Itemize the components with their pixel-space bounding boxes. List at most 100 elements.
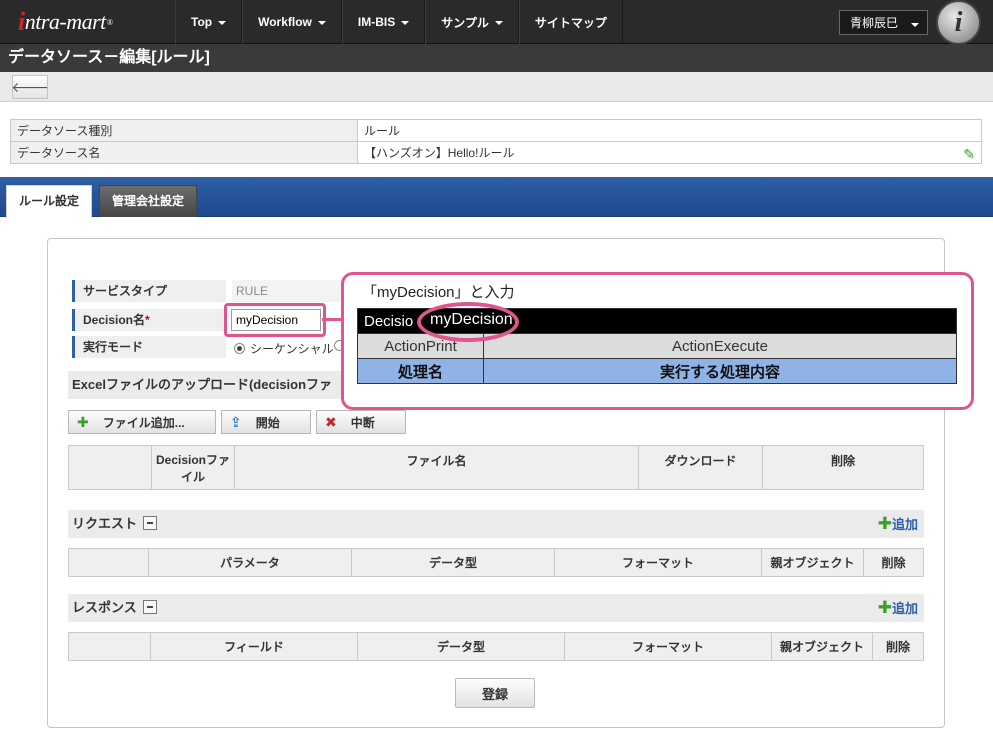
nav-sitemap-label: サイトマップ xyxy=(534,15,607,30)
tab-bar: ルール設定 管理会社設定 xyxy=(0,177,993,218)
column-header: 削除 xyxy=(863,548,924,577)
pencil-icon[interactable]: ✎ xyxy=(963,146,975,163)
info-value-cell: 【ハンズオン】Hello!ルール ✎ xyxy=(357,141,982,164)
decision-name-label-text: Decision名 xyxy=(83,313,146,327)
callout-title: 「myDecision」と入力 xyxy=(362,284,515,301)
arrow-left-icon: 🡐 xyxy=(11,78,49,95)
plus-icon: ✚ xyxy=(877,514,892,533)
column-header xyxy=(68,632,151,661)
column-header: Decisionファイル xyxy=(151,445,235,490)
response-title: レスポンス xyxy=(72,600,137,615)
radio-selected-icon xyxy=(234,343,245,354)
add-label: 追加 xyxy=(891,601,918,616)
column-header: データ型 xyxy=(357,632,565,661)
cancel-label: 中断 xyxy=(350,415,375,430)
logo-mark: i xyxy=(18,7,25,36)
column-header: 削除 xyxy=(762,445,924,490)
table-header-row: フィールド データ型 フォーマット 親オブジェクト 削除 xyxy=(68,632,924,661)
service-type-value: RULE xyxy=(232,280,342,302)
back-button[interactable]: 🡐 xyxy=(11,75,49,99)
column-header xyxy=(68,548,149,577)
column-header xyxy=(68,445,152,490)
info-icon-glyph: i xyxy=(954,6,963,38)
info-value: 【ハンズオン】Hello!ルール xyxy=(364,146,515,160)
process-name-cell: 処理名 xyxy=(357,358,484,384)
user-menu-button[interactable]: 青柳辰巳 xyxy=(839,10,928,35)
process-content-cell: 実行する処理内容 xyxy=(483,358,957,384)
input-highlight-frame xyxy=(224,303,326,337)
add-label: 追加 xyxy=(891,517,918,532)
column-header: 親オブジェクト xyxy=(771,632,873,661)
start-label: 開始 xyxy=(255,415,280,430)
column-header: ダウンロード xyxy=(638,445,763,490)
user-name: 青柳辰巳 xyxy=(850,16,899,30)
nav-sample-label: サンプル xyxy=(441,15,489,30)
action-execute-cell: ActionExecute xyxy=(483,333,957,359)
nav-im-bis[interactable]: IM-BIS xyxy=(341,0,426,44)
info-row: データソース名 【ハンズオン】Hello!ルール ✎ xyxy=(10,141,982,164)
execution-mode-label: 実行モード xyxy=(72,336,226,358)
request-section-header: リクエスト ✚追加 xyxy=(68,510,924,538)
nav-im-bis-label: IM-BIS xyxy=(357,15,396,29)
mode-radio-sequential[interactable]: シーケンシャル xyxy=(234,340,334,357)
table-header-row: パラメータ データ型 フォーマット 親オブジェクト 削除 xyxy=(68,548,924,577)
response-add-link[interactable]: ✚追加 xyxy=(878,594,918,623)
logo-text: ntra-mart xyxy=(24,9,107,34)
highlighted-decision-value: myDecision xyxy=(430,311,513,328)
global-nav: Top Workflow IM-BIS サンプル サイトマップ xyxy=(175,0,623,44)
cancel-upload-button[interactable]: ✖ 中断 xyxy=(316,410,406,434)
service-type-label: サービスタイプ xyxy=(72,280,226,302)
chevron-down-icon xyxy=(494,21,503,25)
collapse-icon[interactable] xyxy=(143,516,158,530)
column-header: フォーマット xyxy=(564,632,772,661)
chevron-down-icon xyxy=(911,23,919,27)
start-upload-button[interactable]: ⇪ 開始 xyxy=(221,410,311,434)
info-label: データソース名 xyxy=(10,141,358,164)
tab-company-settings[interactable]: 管理会社設定 xyxy=(99,185,198,217)
request-table: パラメータ データ型 フォーマット 親オブジェクト 削除 xyxy=(68,548,924,577)
response-table: フィールド データ型 フォーマット 親オブジェクト 削除 xyxy=(68,632,924,661)
register-button[interactable]: 登録 xyxy=(455,678,535,708)
nav-top[interactable]: Top xyxy=(175,0,243,44)
column-header: パラメータ xyxy=(148,548,352,577)
info-value: ルール xyxy=(357,119,982,142)
datasource-info-table: データソース種別 ルール データソース名 【ハンズオン】Hello!ルール ✎ xyxy=(10,119,982,164)
nav-sample[interactable]: サンプル xyxy=(425,0,519,44)
page-title: データソース－編集[ルール] xyxy=(0,44,993,72)
nav-top-label: Top xyxy=(191,15,213,29)
column-header: ファイル名 xyxy=(234,445,639,490)
chevron-down-icon xyxy=(401,21,410,25)
zoom-row: 処理名 実行する処理内容 xyxy=(357,358,957,384)
upload-icon: ⇪ xyxy=(230,413,242,430)
close-icon: ✖ xyxy=(325,413,337,430)
column-header: フィールド xyxy=(150,632,358,661)
nav-sitemap[interactable]: サイトマップ xyxy=(518,0,623,44)
info-icon[interactable]: i xyxy=(936,0,981,45)
nav-workflow[interactable]: Workflow xyxy=(242,0,342,44)
column-header: フォーマット xyxy=(554,548,762,577)
upload-file-table: Decisionファイル ファイル名 ダウンロード 削除 xyxy=(68,445,924,490)
table-header-row: Decisionファイル ファイル名 ダウンロード 削除 xyxy=(68,445,924,490)
decision-name-label: Decision名* xyxy=(72,309,226,331)
chevron-down-icon xyxy=(317,21,326,25)
collapse-icon[interactable] xyxy=(142,600,157,614)
toolbar: 🡐 xyxy=(0,72,993,102)
plus-icon: ✚ xyxy=(77,413,89,430)
tab-rule-settings[interactable]: ルール設定 xyxy=(6,185,93,218)
request-title: リクエスト xyxy=(72,516,138,531)
add-file-label: ファイル追加... xyxy=(102,415,185,430)
required-mark: * xyxy=(145,313,150,327)
chevron-down-icon xyxy=(218,21,227,25)
info-label: データソース種別 xyxy=(10,119,358,142)
column-header: データ型 xyxy=(351,548,555,577)
mode-option-label: シーケンシャル xyxy=(250,342,334,356)
column-header: 削除 xyxy=(872,632,924,661)
column-header: 親オブジェクト xyxy=(761,548,864,577)
plus-icon: ✚ xyxy=(877,598,892,617)
add-file-button[interactable]: ✚ ファイル追加... xyxy=(68,410,216,434)
intra-mart-logo[interactable]: i ntra-mart ® xyxy=(18,6,113,38)
request-add-link[interactable]: ✚追加 xyxy=(878,510,918,539)
info-row: データソース種別 ルール xyxy=(10,119,982,142)
global-header: i ntra-mart ® Top Workflow IM-BIS サンプル サ… xyxy=(0,0,993,45)
logo-registered: ® xyxy=(106,17,113,27)
